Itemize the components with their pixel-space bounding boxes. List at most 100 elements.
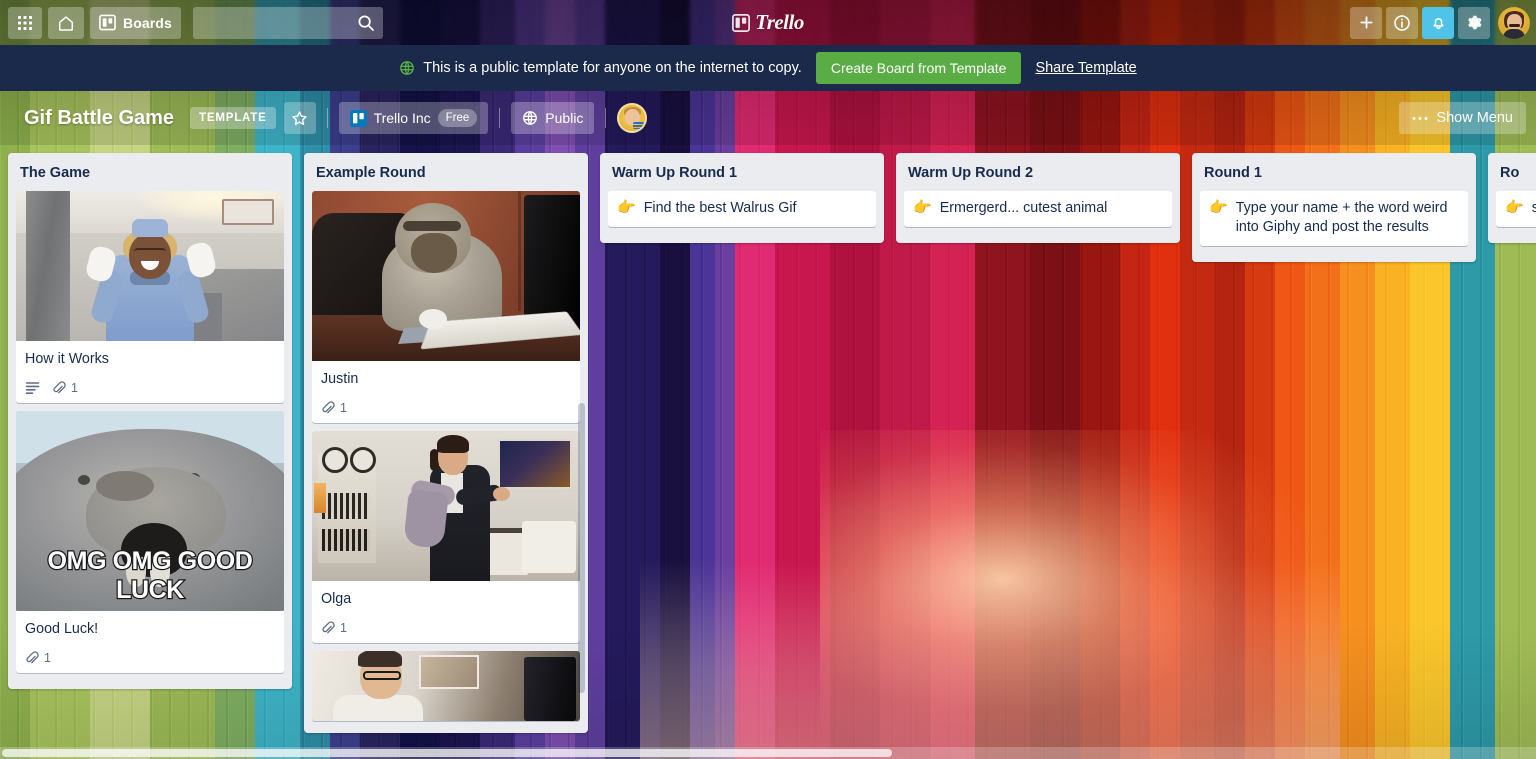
paperclip-icon — [321, 401, 335, 415]
card-good-luck[interactable]: OMG OMG GOOD LUCK Good Luck! 1 — [16, 411, 284, 673]
attachment-count: 1 — [71, 381, 78, 395]
list-title[interactable]: Warm Up Round 2 — [896, 153, 1180, 191]
create-board-from-template-button[interactable]: Create Board from Template — [816, 52, 1022, 84]
home-button[interactable] — [48, 7, 84, 39]
info-button[interactable] — [1386, 7, 1418, 39]
visibility-button[interactable]: Public — [511, 102, 594, 134]
card-title: How it Works — [25, 350, 276, 369]
pointing-right-emoji: 👉 — [617, 199, 636, 217]
list-round-2-clipped: Ro 👉 so — [1488, 153, 1536, 243]
card-badges: 1 — [16, 645, 284, 673]
notifications-button[interactable] — [1422, 7, 1454, 39]
card-clipped[interactable]: 👉 so — [1496, 191, 1536, 227]
card-justin[interactable]: Justin 1 — [312, 191, 580, 423]
card-title: so — [1532, 199, 1536, 218]
header-divider-1 — [327, 108, 328, 128]
search-box[interactable] — [193, 7, 383, 39]
visibility-label: Public — [545, 110, 583, 126]
info-circle-icon — [1393, 14, 1411, 32]
scrollbar-thumb[interactable] — [2, 749, 892, 757]
attachment-count: 1 — [340, 621, 347, 635]
public-template-banner: This is a public template for anyone on … — [0, 45, 1536, 91]
header-divider-3 — [605, 108, 606, 128]
list-cards: Justin 1 — [304, 191, 588, 733]
card-find-walrus-gif[interactable]: 👉 Find the best Walrus Gif — [608, 191, 876, 227]
list-cards: 👉 Find the best Walrus Gif — [600, 191, 884, 243]
boards-button[interactable]: Boards — [90, 7, 181, 39]
card-title: Ermergerd... cutest animal — [940, 199, 1108, 218]
template-message-row: This is a public template for anyone on … — [399, 60, 802, 76]
template-badge: TEMPLATE — [190, 107, 276, 129]
paperclip-icon — [25, 651, 39, 665]
show-menu-button[interactable]: Show Menu — [1399, 102, 1526, 134]
card-cover-image: OMG OMG GOOD LUCK — [16, 411, 284, 611]
plus-icon — [1358, 14, 1375, 31]
card-how-it-works[interactable]: How it Works — [16, 191, 284, 403]
plan-tag: Free — [438, 109, 478, 127]
list-title[interactable]: The Game — [8, 153, 292, 191]
list-round-1: Round 1 👉 Type your name + the word weir… — [1192, 153, 1476, 262]
attachment-badge: 1 — [321, 401, 347, 415]
grid-apps-icon — [17, 15, 33, 31]
cover-caption: OMG OMG GOOD LUCK — [16, 547, 284, 605]
workspace-button[interactable]: Trello Inc Free — [339, 102, 489, 134]
board-lists-canvas[interactable]: The Game How it Works — [0, 145, 1536, 749]
list-title[interactable]: Round 1 — [1192, 153, 1476, 191]
list-vertical-scrollbar[interactable] — [578, 403, 585, 693]
list-cards: 👉 Ermergerd... cutest animal — [896, 191, 1180, 243]
card-cover-image — [312, 431, 580, 581]
top-navigation-bar: Boards Trell — [0, 0, 1536, 45]
attachment-badge: 1 — [25, 651, 51, 665]
list-the-game: The Game How it Works — [8, 153, 292, 689]
card-partial[interactable] — [312, 651, 580, 721]
card-title: Olga — [321, 590, 572, 609]
list-cards: How it Works — [8, 191, 292, 689]
card-title: Justin — [321, 370, 572, 389]
card-cutest-animal[interactable]: 👉 Ermergerd... cutest animal — [904, 191, 1172, 227]
attachment-badge: 1 — [321, 621, 347, 635]
card-title-row: 👉 Ermergerd... cutest animal — [913, 199, 1163, 218]
list-title[interactable]: Ro — [1488, 153, 1536, 191]
share-template-link[interactable]: Share Template — [1035, 60, 1136, 76]
member-avatar[interactable] — [617, 103, 647, 133]
card-type-your-name[interactable]: 👉 Type your name + the word weird into G… — [1200, 191, 1468, 246]
header-divider-2 — [499, 108, 500, 128]
attachment-count: 1 — [44, 651, 51, 665]
list-example-round: Example Round Justin — [304, 153, 588, 733]
pointing-right-emoji: 👉 — [1209, 199, 1228, 217]
card-body: Olga — [312, 581, 580, 615]
search-input[interactable] — [193, 7, 413, 39]
apps-switcher-button[interactable] — [8, 7, 42, 39]
card-badges: 1 — [312, 615, 580, 643]
list-cards: 👉 so — [1488, 191, 1536, 243]
user-avatar[interactable] — [1498, 7, 1530, 39]
description-icon — [25, 381, 40, 395]
pointing-right-emoji: 👉 — [913, 199, 932, 217]
card-title-row: 👉 Find the best Walrus Gif — [617, 199, 867, 218]
list-warm-up-round-2: Warm Up Round 2 👉 Ermergerd... cutest an… — [896, 153, 1180, 243]
boards-label: Boards — [123, 15, 172, 31]
board-horizontal-scrollbar[interactable] — [0, 747, 1536, 759]
template-message: This is a public template for anyone on … — [423, 60, 802, 76]
attachment-count: 1 — [340, 401, 347, 415]
card-badges: 1 — [312, 395, 580, 423]
ellipsis-icon — [1412, 116, 1428, 121]
card-cover-image — [16, 191, 284, 341]
list-cards: 👉 Type your name + the word weird into G… — [1192, 191, 1476, 262]
attachment-badge: 1 — [52, 381, 78, 395]
trello-board-page: Boards Trell — [0, 0, 1536, 759]
add-button[interactable] — [1350, 7, 1382, 39]
settings-button[interactable] — [1458, 7, 1490, 39]
board-title[interactable]: Gif Battle Game — [16, 103, 182, 134]
card-cover-image — [312, 191, 580, 361]
star-board-button[interactable] — [284, 102, 316, 134]
card-body: How it Works — [16, 341, 284, 375]
card-title: Good Luck! — [25, 620, 276, 639]
card-title-row: 👉 Type your name + the word weird into G… — [1209, 199, 1459, 237]
list-title[interactable]: Warm Up Round 1 — [600, 153, 884, 191]
workspace-name: Trello Inc — [374, 110, 431, 126]
list-title[interactable]: Example Round — [304, 153, 588, 191]
pointing-right-emoji: 👉 — [1505, 199, 1524, 217]
card-cover-image — [312, 651, 580, 721]
card-olga[interactable]: Olga 1 — [312, 431, 580, 643]
